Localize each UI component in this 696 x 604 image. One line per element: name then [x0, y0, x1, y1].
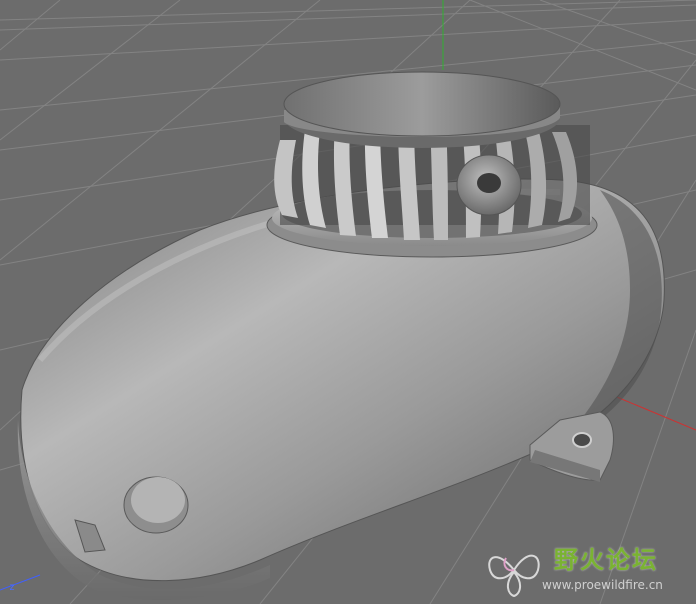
cage-knob [456, 154, 522, 216]
front-boss [123, 476, 189, 534]
z-axis-line [0, 574, 41, 591]
watermark-url: www.proewildfire.cn [542, 578, 663, 592]
top-cap [283, 71, 561, 148]
viewport-scene [0, 0, 696, 604]
butterfly-flame-logo-icon [488, 554, 540, 598]
forum-watermark: 野火论坛 www.proewildfire.cn [484, 536, 690, 600]
z-axis-label: z [9, 582, 16, 593]
watermark-title: 野火论坛 [554, 546, 658, 574]
3d-viewport[interactable]: z 野火论坛 www.proewildfire.cn [0, 0, 696, 604]
